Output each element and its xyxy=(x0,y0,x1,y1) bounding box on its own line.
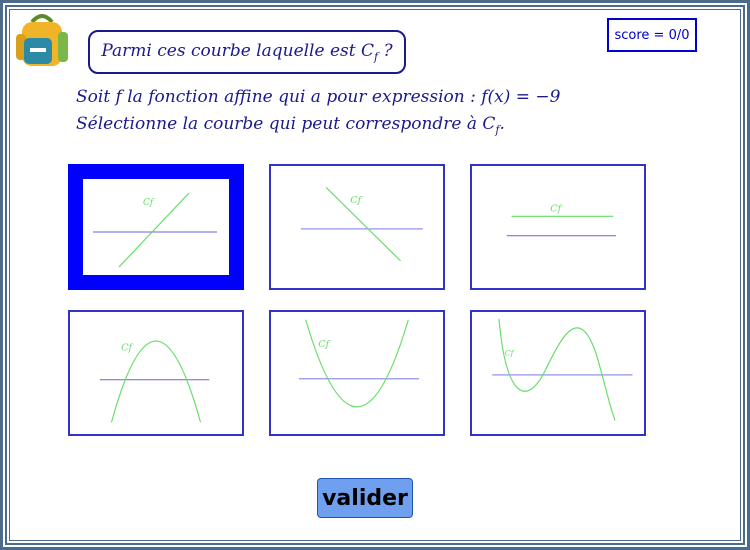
instruction-line-2: Sélectionne la courbe qui peut correspon… xyxy=(76,114,505,137)
question-text: Parmi ces courbe laquelle est Cf ? xyxy=(101,40,393,64)
curve-cf xyxy=(118,192,190,268)
curve-cf xyxy=(305,319,409,408)
choice-cubic[interactable]: Cf xyxy=(470,310,646,436)
curve-label: Cf xyxy=(350,195,363,206)
choice-upward-parabola[interactable]: Cf xyxy=(269,310,445,436)
graph-upward-parabola: Cf xyxy=(298,319,419,408)
curve-cf xyxy=(498,318,616,421)
curve-label: Cf xyxy=(121,343,134,354)
choice-horizontal-line[interactable]: Cf xyxy=(470,164,646,290)
graph-decreasing-line: Cf xyxy=(300,186,423,262)
curve-label: Cf xyxy=(550,204,563,215)
backpack-icon xyxy=(16,14,68,66)
score-display: score = 0/0 xyxy=(607,18,697,52)
validate-button[interactable]: valider xyxy=(317,478,413,518)
curve-cf xyxy=(325,186,401,262)
choice-downward-parabola[interactable]: Cf xyxy=(68,310,244,436)
graph-cubic: Cf xyxy=(492,318,633,421)
graph-downward-parabola: Cf xyxy=(99,340,210,423)
instruction-line-1: Soit f la fonction affine qui a pour exp… xyxy=(76,87,561,107)
choice-decreasing-line[interactable]: Cf xyxy=(269,164,445,290)
curve-label: Cf xyxy=(505,349,515,358)
graph-horizontal-line: Cf xyxy=(506,204,617,237)
graph-increasing-line: Cf xyxy=(93,192,217,268)
curve-label: Cf xyxy=(318,339,331,350)
curve-label: Cf xyxy=(143,198,155,208)
choice-increasing-line[interactable]: Cf xyxy=(68,164,244,290)
question-box: Parmi ces courbe laquelle est Cf ? xyxy=(88,30,406,74)
